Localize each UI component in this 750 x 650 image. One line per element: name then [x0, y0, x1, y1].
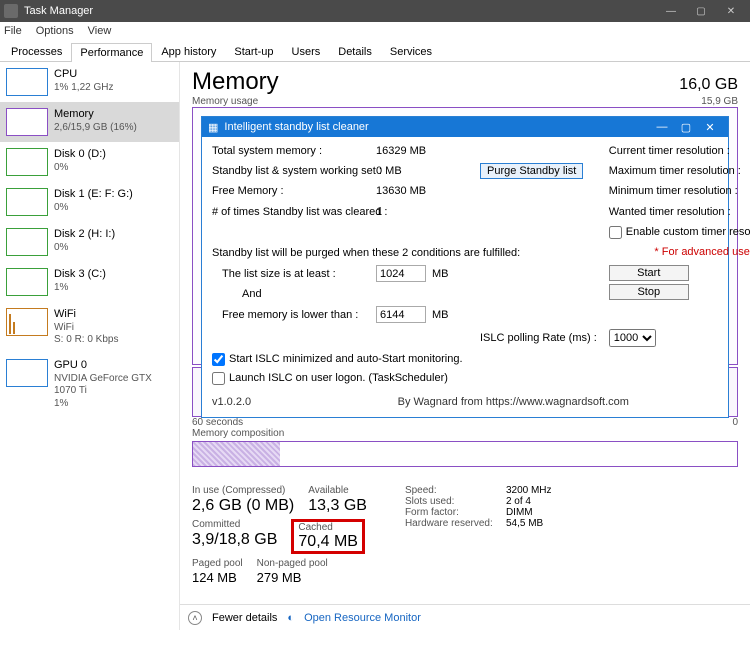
menubar: File Options View	[0, 22, 750, 40]
cleared-label: # of times Standby list was cleared :	[212, 206, 372, 218]
conditions-label: Standby list will be purged when these 2…	[212, 247, 605, 259]
start-minimized-checkbox[interactable]: Start ISLC minimized and auto-Start moni…	[212, 353, 463, 365]
tab-users[interactable]: Users	[283, 42, 330, 61]
free-lower-input[interactable]	[376, 306, 426, 323]
list-size-label: The list size is at least :	[212, 268, 372, 280]
maximize-button[interactable]: ▢	[686, 0, 716, 22]
max-timer-label: Maximum timer resolution :	[609, 165, 750, 177]
start-button[interactable]: Start	[609, 265, 689, 281]
islc-app-icon: ▦	[208, 121, 218, 134]
islc-window: ▦ Intelligent standby list cleaner — ▢ ✕…	[201, 116, 729, 418]
axis-right: 0	[732, 417, 738, 428]
tab-apphistory[interactable]: App history	[152, 42, 225, 61]
purge-button[interactable]: Purge Standby list	[480, 163, 583, 179]
free-lower-label: Free memory is lower than :	[212, 309, 372, 321]
polling-select[interactable]: 1000	[609, 329, 656, 347]
byline: By Wagnard from https://www.wagnardsoft.…	[251, 396, 750, 408]
disk-thumb	[6, 188, 48, 216]
hw-reserved-value: 54,5 MB	[506, 518, 543, 529]
and-label: And	[212, 288, 372, 300]
wifi-thumb	[6, 308, 48, 336]
titlebar: Task Manager — ▢ ✕	[0, 0, 750, 22]
paged-value: 124 MB	[192, 570, 243, 585]
working-label: Standby list & system working set :	[212, 165, 372, 177]
version-label: v1.0.2.0	[212, 396, 251, 408]
open-resource-monitor-link[interactable]: Open Resource Monitor	[304, 612, 421, 624]
menu-options[interactable]: Options	[36, 25, 74, 37]
sidebar-item-disk0[interactable]: Disk 0 (D:)0%	[0, 142, 179, 182]
free-mem-label: Free Memory :	[212, 185, 372, 197]
polling-label: ISLC polling Rate (ms) :	[480, 332, 605, 344]
comp-label: Memory composition	[192, 428, 284, 439]
disk-thumb	[6, 228, 48, 256]
enable-custom-checkbox[interactable]: Enable custom timer resolution *	[609, 226, 750, 238]
footer-bar: ˄ Fewer details ◐ Open Resource Monitor	[180, 604, 750, 630]
resmon-icon: ◐	[287, 612, 294, 624]
app-icon	[4, 4, 18, 18]
minimize-button[interactable]: —	[656, 0, 686, 22]
memory-composition-bar	[192, 441, 738, 467]
slots-value: 2 of 4	[506, 496, 531, 507]
nonpaged-value: 279 MB	[257, 570, 328, 585]
speed-value: 3200 MHz	[506, 485, 552, 496]
memory-thumb	[6, 108, 48, 136]
tab-performance[interactable]: Performance	[71, 43, 152, 62]
close-button[interactable]: ✕	[716, 0, 746, 22]
sidebar-item-memory[interactable]: Memory2,6/15,9 GB (16%)	[0, 102, 179, 142]
launch-logon-checkbox[interactable]: Launch ISLC on user logon. (TaskSchedule…	[212, 372, 448, 384]
cached-highlight: Cached70,4 MB	[291, 519, 365, 554]
capacity: 16,0 GB	[679, 76, 738, 94]
chevron-up-icon[interactable]: ˄	[188, 611, 202, 625]
axis-left: 60 seconds	[192, 417, 243, 428]
fewer-details-link[interactable]: Fewer details	[212, 612, 277, 624]
stop-button[interactable]: Stop	[609, 284, 689, 300]
cached-value: 70,4 MB	[298, 533, 358, 551]
tabs: Processes Performance App history Start-…	[0, 40, 750, 62]
wanted-timer-label: Wanted timer resolution :	[609, 206, 750, 218]
islc-title-text: Intelligent standby list cleaner	[224, 121, 368, 133]
sidebar: CPU1% 1,22 GHz Memory2,6/15,9 GB (16%) D…	[0, 62, 180, 630]
tab-startup[interactable]: Start-up	[225, 42, 282, 61]
islc-close[interactable]: ✕	[698, 121, 722, 134]
disk-thumb	[6, 148, 48, 176]
total-mem-value: 16329 MB	[376, 145, 476, 157]
form-value: DIMM	[506, 507, 533, 518]
advanced-warning: * For advanced users ONLY !	[609, 246, 750, 258]
stats-block: In use (Compressed)2,6 GB (0 MB) Availab…	[192, 485, 738, 585]
min-timer-label: Minimum timer resolution :	[609, 185, 750, 197]
cpu-thumb	[6, 68, 48, 96]
tab-services[interactable]: Services	[381, 42, 441, 61]
total-mem-label: Total system memory :	[212, 145, 372, 157]
tab-processes[interactable]: Processes	[2, 42, 71, 61]
available-value: 13,3 GB	[308, 497, 367, 515]
cur-timer-label: Current timer resolution :	[609, 145, 750, 157]
islc-maximize[interactable]: ▢	[674, 121, 698, 134]
sidebar-item-wifi[interactable]: WiFiWiFiS: 0 R: 0 Kbps	[0, 302, 179, 353]
usage-label: Memory usage	[192, 96, 258, 107]
menu-view[interactable]: View	[88, 25, 112, 37]
free-mem-value: 13630 MB	[376, 185, 476, 197]
memory-usage-graph: ▦ Intelligent standby list cleaner — ▢ ✕…	[192, 107, 738, 365]
gpu-thumb	[6, 359, 48, 387]
menu-file[interactable]: File	[4, 25, 22, 37]
sidebar-item-cpu[interactable]: CPU1% 1,22 GHz	[0, 62, 179, 102]
islc-minimize[interactable]: —	[650, 121, 674, 133]
main-panel: Memory 16,0 GB Memory usage 15,9 GB ▦ Inte…	[180, 62, 750, 630]
cleared-value: 1	[376, 206, 476, 218]
sidebar-item-disk1[interactable]: Disk 1 (E: F: G:)0%	[0, 182, 179, 222]
islc-titlebar[interactable]: ▦ Intelligent standby list cleaner — ▢ ✕	[202, 117, 728, 137]
disk-thumb	[6, 268, 48, 296]
window-title: Task Manager	[24, 5, 93, 17]
sidebar-item-disk3[interactable]: Disk 3 (C:)1%	[0, 262, 179, 302]
tab-details[interactable]: Details	[329, 42, 381, 61]
usage-max: 15,9 GB	[701, 96, 738, 107]
committed-value: 3,9/18,8 GB	[192, 531, 277, 549]
sidebar-item-disk2[interactable]: Disk 2 (H: I:)0%	[0, 222, 179, 262]
page-title: Memory	[192, 68, 279, 96]
sidebar-item-gpu[interactable]: GPU 0NVIDIA GeForce GTX 1070 Ti1%	[0, 353, 179, 416]
working-value: 0 MB	[376, 165, 476, 177]
list-size-input[interactable]	[376, 265, 426, 282]
inuse-value: 2,6 GB (0 MB)	[192, 497, 294, 515]
